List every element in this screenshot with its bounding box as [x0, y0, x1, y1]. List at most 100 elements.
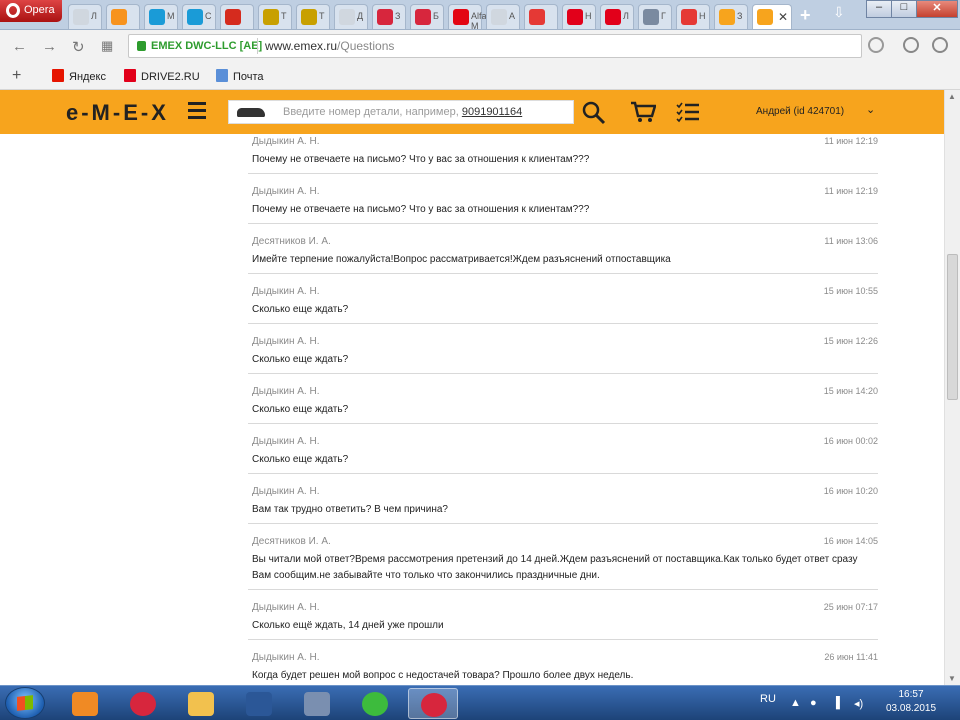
search-icon[interactable] [582, 101, 606, 125]
taskbar-app-button[interactable] [118, 688, 168, 719]
page-scrollbar[interactable]: ▲ ▼ [944, 90, 960, 685]
message-author: Дыдыкин А. Н. [252, 602, 320, 613]
taskbar-app-button[interactable] [350, 688, 400, 719]
user-account-label[interactable]: Андрей (id 424701) [756, 106, 844, 117]
browser-tab[interactable]: Т [258, 4, 292, 29]
browser-tab[interactable] [524, 4, 558, 29]
cart-icon[interactable] [630, 101, 656, 123]
minimize-button[interactable]: – [866, 0, 892, 18]
browser-tab[interactable]: Л [600, 4, 634, 29]
browser-tab[interactable] [106, 4, 140, 29]
browser-tab[interactable]: С [182, 4, 216, 29]
mail-icon [216, 69, 228, 82]
message-body: Сколько еще ждать? [252, 404, 349, 415]
scroll-down-icon[interactable]: ▼ [948, 674, 956, 683]
bookmarks-bar: + Яндекс DRIVE2.RU Почта [0, 62, 960, 90]
lifebuoy-icon [681, 9, 697, 25]
part-search-input[interactable]: Введите номер детали, например, 90919011… [228, 100, 574, 124]
url-path: /Questions [337, 39, 395, 53]
taskbar-app-button[interactable] [234, 688, 284, 719]
lifebuoy-icon [529, 9, 545, 25]
browser-tab[interactable]: Л [68, 4, 102, 29]
mail-agent-icon [362, 692, 388, 716]
media-player-icon [72, 692, 98, 716]
emex-logo[interactable]: e-M-E-X [66, 100, 169, 126]
message-body: Вы читали мой ответ?Время рассмотрения п… [252, 554, 858, 581]
browser-tab[interactable]: М [144, 4, 178, 29]
browser-tab[interactable]: Г [638, 4, 672, 29]
red-square-icon [377, 9, 393, 25]
browser-tab[interactable] [220, 4, 254, 29]
emblem-icon [304, 692, 330, 716]
opera-icon [421, 693, 447, 717]
heart-icon[interactable] [868, 37, 884, 53]
message-time: 25 июн 07:17 [823, 602, 878, 612]
message-time: 15 июн 10:55 [823, 286, 878, 296]
tab-label: Д [357, 11, 364, 21]
reload-icon[interactable]: ↻ [72, 38, 85, 56]
message-time: 26 июн 11:41 [824, 652, 878, 662]
account-icon[interactable] [932, 37, 948, 53]
message-author: Дыдыкин А. Н. [252, 136, 320, 147]
browser-tab[interactable]: А [486, 4, 520, 29]
maximize-button[interactable]: □ [891, 0, 917, 18]
bookmark-item[interactable]: Яндекс [52, 69, 106, 83]
taskbar-app-button[interactable] [292, 688, 342, 719]
tab-label: Л [623, 11, 629, 21]
taskbar-app-button[interactable] [60, 688, 110, 719]
volume-icon[interactable]: ◂) [854, 697, 863, 710]
browser-tab[interactable]: ✕ [752, 4, 792, 29]
opera-menu-button[interactable]: Opera [0, 0, 62, 22]
hamburger-menu-icon[interactable] [188, 102, 206, 120]
add-bookmark-icon[interactable]: + [12, 67, 21, 85]
network-icon[interactable]: ▐ [832, 697, 840, 709]
browser-tab[interactable]: Н [562, 4, 596, 29]
browser-tab[interactable]: Д [334, 4, 368, 29]
site-identity[interactable]: EMEX DWC-LLC [AE] [151, 40, 262, 52]
tab-menu-button[interactable]: ⇩ [833, 4, 845, 21]
taskbar-app-button[interactable] [176, 688, 226, 719]
tab-label: Alfa М [471, 11, 487, 31]
page-icon [73, 9, 89, 25]
tab-label: Н [585, 11, 592, 21]
browser-tab-strip: Opera Л М С Т Т Д З Б Alfa М А Н Л Г Н З ✕ + ⇩ – □ ✕ [0, 0, 960, 31]
tray-app-icon[interactable]: ● [810, 697, 817, 709]
scroll-up-icon[interactable]: ▲ [948, 92, 956, 101]
lock-icon [137, 41, 146, 51]
browser-tab[interactable]: Н [676, 4, 710, 29]
close-window-button[interactable]: ✕ [916, 0, 958, 18]
start-button[interactable] [5, 687, 45, 719]
browser-tab[interactable]: Б [410, 4, 444, 29]
checklist-icon[interactable] [676, 101, 700, 123]
taskbar-app-button[interactable] [408, 688, 458, 719]
download-icon[interactable] [903, 37, 919, 53]
russia-flag-icon [225, 9, 241, 25]
show-hidden-icons-icon[interactable]: ▲ [790, 697, 801, 709]
clock[interactable]: 16:57 03.08.2015 [886, 688, 936, 716]
url-text[interactable]: www.emex.ru/Questions [265, 39, 394, 53]
language-indicator[interactable]: RU [760, 693, 776, 705]
new-tab-button[interactable]: + [800, 5, 811, 26]
browser-tab[interactable]: Т [296, 4, 330, 29]
search-example-link[interactable]: 9091901164 [462, 106, 522, 118]
bookmark-item[interactable]: DRIVE2.RU [124, 69, 200, 83]
browser-tab[interactable]: З [372, 4, 406, 29]
scrollbar-thumb[interactable] [947, 254, 958, 400]
message-item: Десятников И. А. 11 июн 13:06 Имейте терпе… [248, 236, 878, 274]
message-author: Дыдыкин А. Н. [252, 286, 320, 297]
message-author: Дыдыкин А. Н. [252, 436, 320, 447]
bookmark-item[interactable]: Почта [216, 69, 264, 83]
browser-tab[interactable]: Alfa М [448, 4, 487, 31]
back-icon[interactable]: ← [12, 38, 27, 55]
questions-thread: Дыдыкин А. Н. 11 июн 12:19 Почему не отвеч… [0, 134, 944, 685]
alfa-icon [453, 9, 469, 25]
chevron-down-icon[interactable]: ⌄ [866, 103, 875, 116]
page-icon [491, 9, 507, 25]
url-field[interactable]: EMEX DWC-LLC [AE] www.emex.ru/Questions [128, 34, 862, 58]
speed-dial-icon[interactable]: ▦ [101, 38, 113, 54]
close-tab-icon[interactable]: ✕ [778, 10, 788, 24]
browser-tab[interactable]: З [714, 4, 748, 29]
forward-icon[interactable]: → [42, 38, 57, 55]
message-body: Когда будет решен мой вопрос с недостаче… [252, 670, 634, 681]
message-body: Сколько еще ждать? [252, 354, 349, 365]
